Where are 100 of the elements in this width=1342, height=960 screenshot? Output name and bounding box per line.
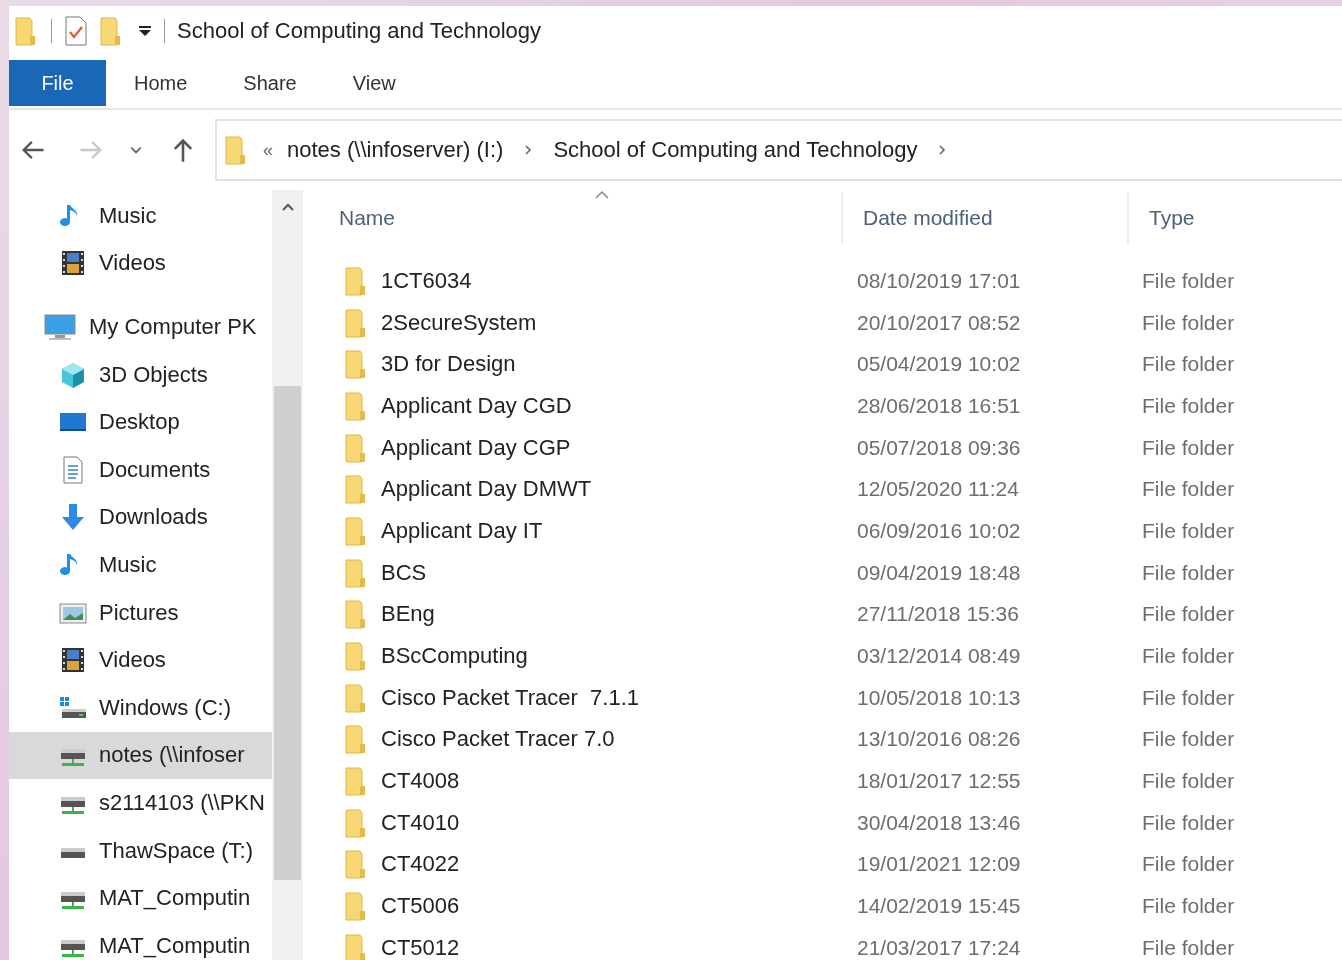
nav-label: MAT_Computin <box>99 885 251 912</box>
nav-item[interactable]: Pictures <box>9 588 272 637</box>
drive-icon <box>61 847 85 858</box>
film-icon <box>59 646 87 675</box>
film-icon <box>59 249 87 278</box>
nav-item[interactable]: MAT_Computin <box>9 921 272 960</box>
ribbon-tab[interactable]: View <box>324 60 424 106</box>
nav-label: Windows (C:) <box>99 694 231 721</box>
properties-icon[interactable] <box>64 16 88 46</box>
nav-item[interactable]: Music <box>9 192 272 240</box>
file-name[interactable]: 3D for Design <box>381 351 516 378</box>
scroll-thumb[interactable] <box>274 386 301 880</box>
scroll-up-icon[interactable] <box>281 202 295 212</box>
column-header[interactable]: Type <box>1129 192 1342 244</box>
file-name[interactable]: 1CT6034 <box>381 267 472 294</box>
nav-label: Desktop <box>99 409 180 436</box>
type-cell: File folder <box>1142 518 1235 543</box>
file-name[interactable]: Cisco Packet Tracer 7.0 <box>381 726 615 753</box>
nav-label: 3D Objects <box>99 361 208 388</box>
dropdown-icon[interactable] <box>138 24 152 38</box>
scrollbar[interactable] <box>272 190 303 960</box>
nav-item[interactable]: s2114103 (\\PKN <box>9 779 272 827</box>
nav-label: Downloads <box>99 504 208 531</box>
file-name[interactable]: CT5006 <box>381 893 460 920</box>
type-cell: File folder <box>1142 602 1235 627</box>
date-cell: 06/09/2016 10:02 <box>857 518 1021 543</box>
nav-item[interactable]: Documents <box>9 445 272 494</box>
ribbon-tab[interactable]: Share <box>215 60 325 106</box>
file-name[interactable]: Applicant Day DMWT <box>381 476 592 503</box>
type-cell: File folder <box>1142 769 1235 794</box>
nav-label: Music <box>99 551 157 578</box>
file-name[interactable]: CT4022 <box>381 851 460 878</box>
nav-item[interactable]: ThawSpace (T:) <box>9 826 272 875</box>
date-cell: 20/10/2017 08:52 <box>857 310 1021 335</box>
breadcrumb[interactable]: School of Computing and Technology <box>553 137 918 163</box>
type-cell: File folder <box>1142 393 1235 418</box>
type-cell: File folder <box>1142 352 1235 377</box>
date-cell: 08/10/2019 17:01 <box>857 268 1021 293</box>
file-name[interactable]: Applicant Day CGD <box>381 392 572 419</box>
ribbon-tab[interactable]: Home <box>106 60 216 106</box>
nav-item[interactable]: My Computer PK <box>9 303 272 351</box>
type-cell: File folder <box>1142 644 1235 669</box>
date-cell: 19/01/2021 12:09 <box>857 852 1021 877</box>
nav-item[interactable]: notes (\\infoser <box>9 731 272 780</box>
date-cell: 14/02/2019 15:45 <box>857 894 1021 919</box>
nav-label: Music <box>99 202 157 229</box>
date-cell: 05/07/2018 09:36 <box>857 435 1021 460</box>
nav-label: Pictures <box>99 599 179 626</box>
window-title: School of Computing and Technology <box>177 18 542 44</box>
type-cell: File folder <box>1142 935 1235 960</box>
date-cell: 21/03/2017 17:24 <box>857 935 1021 960</box>
file-name[interactable]: Applicant Day IT <box>381 517 543 544</box>
date-cell: 30/04/2018 13:46 <box>857 810 1021 835</box>
chevron-icon[interactable] <box>523 144 534 156</box>
date-cell: 09/04/2019 18:48 <box>857 560 1021 585</box>
nav-item[interactable]: Music <box>9 541 272 589</box>
date-cell: 10/05/2018 10:13 <box>857 685 1021 710</box>
sort-caret-icon <box>594 190 610 200</box>
nav-item[interactable]: Desktop <box>9 398 272 446</box>
nav-item[interactable]: Windows (C:) <box>9 683 272 732</box>
file-name[interactable]: CT4008 <box>381 768 460 795</box>
nav-label: s2114103 (\\PKN <box>99 789 265 816</box>
nav-label: Videos <box>99 647 166 674</box>
nav-item[interactable]: Videos <box>9 239 272 288</box>
nav-item[interactable]: Videos <box>9 636 272 684</box>
type-cell: File folder <box>1142 477 1235 502</box>
chevron-icon[interactable] <box>937 144 948 156</box>
nav-label: Documents <box>99 456 211 483</box>
ribbon-tab[interactable]: File <box>9 60 106 106</box>
nav-item[interactable]: MAT_Computin <box>9 874 272 922</box>
file-name[interactable]: BCS <box>381 559 427 586</box>
type-cell: File folder <box>1142 560 1235 585</box>
nav-item[interactable]: 3D Objects <box>9 350 272 399</box>
nav-item[interactable]: Downloads <box>9 493 272 542</box>
down-arrow-icon <box>59 503 87 532</box>
date-cell: 12/05/2020 11:24 <box>857 477 1019 502</box>
overflow-chevron[interactable]: « <box>263 139 273 161</box>
column-header[interactable]: Name <box>319 192 843 244</box>
type-cell: File folder <box>1142 852 1235 877</box>
file-name[interactable]: CT4010 <box>381 809 460 836</box>
breadcrumb[interactable]: notes (\\infoserver) (I:) <box>287 137 504 163</box>
column-header[interactable]: Date modified <box>843 192 1129 244</box>
type-cell: File folder <box>1142 894 1235 919</box>
monitor-icon <box>43 313 77 341</box>
date-cell: 27/11/2018 15:36 <box>857 602 1019 627</box>
file-name[interactable]: BEng <box>381 601 435 628</box>
nav-label: My Computer PK <box>89 314 257 340</box>
file-name[interactable]: BScComputing <box>381 643 528 670</box>
file-name[interactable]: CT5012 <box>381 934 460 960</box>
address-bar[interactable]: « notes (\\infoserver) (I:) School of Computing and Technology <box>215 119 1342 181</box>
file-name[interactable]: Cisco Packet Tracer 7.1.1 <box>381 684 639 711</box>
cube-icon <box>59 360 87 389</box>
date-cell: 28/06/2018 16:51 <box>857 393 1021 418</box>
date-cell: 18/01/2017 12:55 <box>857 769 1021 794</box>
file-name[interactable]: Applicant Day CGP <box>381 434 571 461</box>
nav-label: MAT_Computin <box>99 932 251 959</box>
file-name[interactable]: 2SecureSystem <box>381 309 537 336</box>
type-cell: File folder <box>1142 810 1235 835</box>
type-cell: File folder <box>1142 310 1235 335</box>
nav-label: notes (\\infoser <box>99 742 245 769</box>
